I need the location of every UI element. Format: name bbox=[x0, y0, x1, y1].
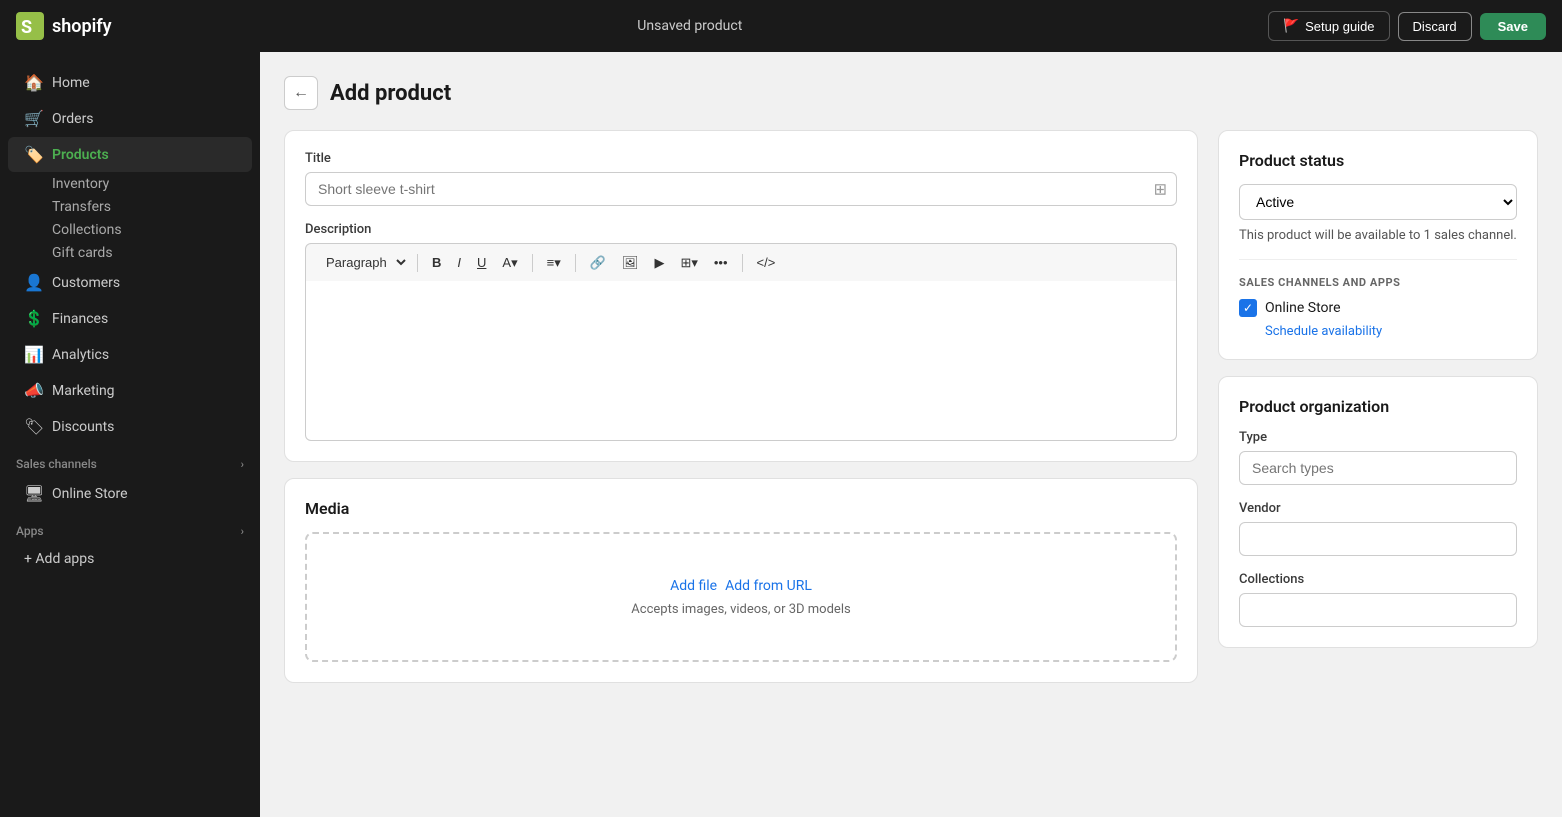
code-button[interactable]: </> bbox=[751, 251, 782, 274]
description-label: Description bbox=[305, 222, 1177, 237]
media-links: Add file Add from URL bbox=[670, 578, 812, 594]
product-org-card: Product organization Type Vendor Collect… bbox=[1218, 376, 1538, 648]
sidebar-item-analytics[interactable]: 📊 Analytics bbox=[8, 337, 252, 372]
sidebar: 🏠 Home 🛒 Orders 🏷️ Products Inventory Tr… bbox=[0, 52, 260, 817]
setup-guide-button[interactable]: 🚩 Setup guide bbox=[1268, 11, 1390, 41]
paragraph-select[interactable]: Paragraph bbox=[316, 250, 409, 275]
bold-button[interactable]: B bbox=[426, 251, 447, 274]
title-label: Title bbox=[305, 151, 1177, 166]
org-title: Product organization bbox=[1239, 397, 1517, 416]
table-button[interactable]: ⊞▾ bbox=[674, 251, 703, 275]
collections-label: Collections bbox=[1239, 572, 1517, 587]
home-icon: 🏠 bbox=[24, 73, 42, 92]
color-button[interactable]: A▾ bbox=[496, 251, 523, 275]
save-button[interactable]: Save bbox=[1480, 13, 1546, 40]
underline-button[interactable]: U bbox=[471, 251, 492, 274]
add-from-url-link[interactable]: Add from URL bbox=[725, 578, 812, 594]
apps-section: Apps › bbox=[0, 512, 260, 542]
topbar-actions: 🚩 Setup guide Discard Save bbox=[1268, 11, 1546, 41]
marketing-icon: 📣 bbox=[24, 381, 42, 400]
main-column: Title ⊞ Description Paragraph bbox=[284, 130, 1198, 683]
image-button[interactable]: 🖼 bbox=[616, 251, 645, 275]
online-store-checkbox[interactable]: ✓ bbox=[1239, 299, 1257, 317]
brand-name: shopify bbox=[52, 16, 112, 37]
orders-icon: 🛒 bbox=[24, 109, 42, 128]
media-dropzone[interactable]: Add file Add from URL Accepts images, vi… bbox=[305, 532, 1177, 662]
title-field-section: Title ⊞ bbox=[305, 151, 1177, 206]
content-area: Title ⊞ Description Paragraph bbox=[284, 130, 1538, 683]
svg-text:S: S bbox=[21, 17, 32, 38]
type-label: Type bbox=[1239, 430, 1517, 445]
separator-2 bbox=[532, 254, 533, 272]
italic-button[interactable]: I bbox=[451, 251, 467, 274]
media-title: Media bbox=[305, 499, 1177, 518]
description-toolbar: Paragraph B I U A▾ ≡▾ 🔗 🖼 bbox=[305, 243, 1177, 281]
description-body[interactable] bbox=[305, 281, 1177, 441]
sidebar-item-discounts[interactable]: 🏷 Discounts bbox=[8, 409, 252, 444]
sales-channels-section-right: SALES CHANNELS AND APPS ✓ Online Store S… bbox=[1239, 259, 1517, 339]
side-column: Product status Active Draft This product… bbox=[1218, 130, 1538, 648]
products-icon: 🏷️ bbox=[24, 145, 42, 164]
schedule-availability-link[interactable]: Schedule availability bbox=[1239, 324, 1382, 339]
sidebar-item-collections[interactable]: Collections bbox=[8, 219, 252, 241]
customers-icon: 👤 bbox=[24, 273, 42, 292]
sidebar-item-online-store[interactable]: 🖥 Online Store bbox=[8, 476, 252, 511]
finances-icon: 💲 bbox=[24, 309, 42, 328]
media-card: Media Add file Add from URL Accepts imag… bbox=[284, 478, 1198, 683]
collections-input[interactable] bbox=[1239, 593, 1517, 627]
sales-channels-section: Sales channels › bbox=[0, 445, 260, 475]
analytics-icon: 📊 bbox=[24, 345, 42, 364]
separator-3 bbox=[575, 254, 576, 272]
sidebar-item-orders[interactable]: 🛒 Orders bbox=[8, 101, 252, 136]
page-tab-title: Unsaved product bbox=[637, 18, 742, 34]
sidebar-item-home[interactable]: 🏠 Home bbox=[8, 65, 252, 100]
sales-channels-label: SALES CHANNELS AND APPS bbox=[1239, 276, 1517, 289]
sidebar-item-marketing[interactable]: 📣 Marketing bbox=[8, 373, 252, 408]
type-section: Type bbox=[1239, 430, 1517, 485]
ai-icon: ⊞ bbox=[1154, 180, 1167, 199]
status-title: Product status bbox=[1239, 151, 1517, 170]
discounts-icon: 🏷 bbox=[24, 417, 42, 436]
status-select[interactable]: Active Draft bbox=[1239, 184, 1517, 220]
product-details-card: Title ⊞ Description Paragraph bbox=[284, 130, 1198, 462]
sidebar-item-gift-cards[interactable]: Gift cards bbox=[8, 242, 252, 264]
description-field-section: Description Paragraph B I U A▾ ≡▾ bbox=[305, 222, 1177, 441]
collections-section: Collections bbox=[1239, 572, 1517, 627]
page-title: Add product bbox=[330, 81, 451, 106]
more-button[interactable]: ••• bbox=[708, 251, 734, 274]
discard-button[interactable]: Discard bbox=[1398, 12, 1472, 41]
type-input[interactable] bbox=[1239, 451, 1517, 485]
flag-icon: 🚩 bbox=[1283, 18, 1299, 34]
separator-4 bbox=[742, 254, 743, 272]
back-button[interactable]: ← bbox=[284, 76, 318, 110]
media-hint: Accepts images, videos, or 3D models bbox=[631, 602, 850, 617]
topbar: S shopify Unsaved product 🚩 Setup guide … bbox=[0, 0, 1562, 52]
sidebar-item-products[interactable]: 🏷️ Products bbox=[8, 137, 252, 172]
status-hint: This product will be available to 1 sale… bbox=[1239, 228, 1517, 243]
title-input[interactable] bbox=[305, 172, 1177, 206]
video-button[interactable]: ▶ bbox=[648, 251, 670, 275]
vendor-input[interactable] bbox=[1239, 522, 1517, 556]
vendor-label: Vendor bbox=[1239, 501, 1517, 516]
link-button[interactable]: 🔗 bbox=[584, 251, 612, 275]
add-file-link[interactable]: Add file bbox=[670, 578, 717, 594]
align-button[interactable]: ≡▾ bbox=[541, 251, 567, 275]
separator-1 bbox=[417, 254, 418, 272]
sidebar-item-add-apps[interactable]: + Add apps bbox=[8, 543, 252, 575]
logo: S shopify bbox=[16, 12, 112, 40]
sidebar-item-inventory[interactable]: Inventory bbox=[8, 173, 252, 195]
chevron-right-icon: › bbox=[241, 458, 244, 471]
online-store-label: Online Store bbox=[1265, 300, 1341, 316]
chevron-right-icon-apps: › bbox=[241, 525, 244, 538]
product-status-card: Product status Active Draft This product… bbox=[1218, 130, 1538, 360]
sidebar-item-finances[interactable]: 💲 Finances bbox=[8, 301, 252, 336]
online-store-icon: 🖥 bbox=[24, 484, 42, 503]
title-input-wrap: ⊞ bbox=[305, 172, 1177, 206]
sidebar-item-customers[interactable]: 👤 Customers bbox=[8, 265, 252, 300]
main-content: ← Add product Title ⊞ Description bbox=[260, 52, 1562, 817]
channel-row-online: ✓ Online Store bbox=[1239, 299, 1517, 317]
page-header: ← Add product bbox=[284, 76, 1538, 110]
sidebar-item-transfers[interactable]: Transfers bbox=[8, 196, 252, 218]
vendor-section: Vendor bbox=[1239, 501, 1517, 556]
